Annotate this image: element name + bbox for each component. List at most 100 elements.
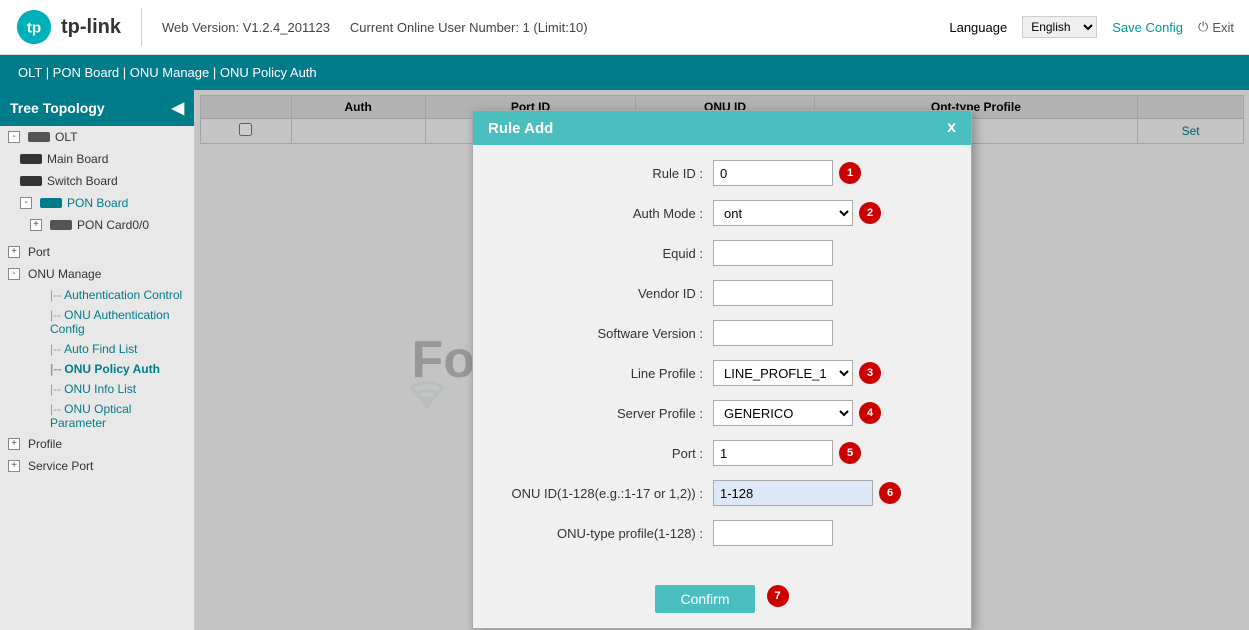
nav-bar: OLT | PON Board | ONU Manage | ONU Polic… bbox=[0, 55, 1249, 90]
content-area: Auth Port ID ONU ID Ont-type Profile PON… bbox=[195, 90, 1249, 630]
equid-input[interactable] bbox=[713, 240, 833, 266]
auth-mode-label: Auth Mode : bbox=[493, 206, 713, 221]
service-port-label: Service Port bbox=[28, 459, 93, 473]
modal-header: Rule Add x bbox=[473, 111, 971, 145]
server-profile-row: Server Profile : GENERICO DEFAULT 4 bbox=[493, 400, 951, 426]
onu-type-profile-row: ONU-type profile(1-128) : bbox=[493, 520, 951, 546]
line-profile-select[interactable]: LINE_PROFLE_1 LINE_PROFLE_2 bbox=[713, 360, 853, 386]
olt-label: OLT bbox=[55, 130, 77, 144]
rule-add-modal: Rule Add x Rule ID : 1 Auth Mode : ont bbox=[472, 110, 972, 629]
sidebar-collapse-button[interactable]: ◀ bbox=[172, 98, 184, 118]
sidebar-title: Tree Topology bbox=[10, 100, 105, 116]
power-icon: ⏻ bbox=[1198, 19, 1208, 35]
language-select[interactable]: English Chinese bbox=[1022, 16, 1097, 38]
tree-item-switch-board[interactable]: Switch Board bbox=[0, 170, 194, 192]
tree-item-pon-board[interactable]: - PON Board bbox=[0, 192, 194, 214]
header-right: Language English Chinese Save Config ⏻ E… bbox=[949, 16, 1234, 38]
confirm-label: Confirm bbox=[680, 591, 729, 607]
tree-item-olt[interactable]: - OLT bbox=[0, 126, 194, 148]
onu-optical-text: ONU Optical Parameter bbox=[50, 402, 131, 430]
header: tp tp-link Web Version: V1.2.4_201123 Cu… bbox=[0, 0, 1249, 55]
sidebar-item-onu-manage[interactable]: - ONU Manage bbox=[0, 263, 194, 285]
sidebar-link-onu-policy-auth[interactable]: |--ONU Policy Auth bbox=[0, 359, 194, 379]
line-profile-label: Line Profile : bbox=[493, 366, 713, 381]
pon-card-icon bbox=[50, 220, 72, 230]
expand-pon-card[interactable]: + bbox=[30, 219, 42, 231]
onu-type-profile-label: ONU-type profile(1-128) : bbox=[493, 526, 713, 541]
tree-item-main-board[interactable]: Main Board bbox=[0, 148, 194, 170]
port-label: Port : bbox=[493, 446, 713, 461]
software-version-row: Software Version : bbox=[493, 320, 951, 346]
port-input[interactable] bbox=[713, 440, 833, 466]
main-board-icon bbox=[20, 154, 42, 164]
vendor-id-label: Vendor ID : bbox=[493, 286, 713, 301]
onu-id-row: ONU ID(1-128(e.g.:1-17 or 1,2)) : 6 bbox=[493, 480, 951, 506]
web-version: Web Version: V1.2.4_201123 bbox=[162, 20, 330, 35]
modal-overlay: Rule Add x Rule ID : 1 Auth Mode : ont bbox=[195, 90, 1249, 630]
expand-pon-board[interactable]: - bbox=[20, 197, 32, 209]
step-6-badge: 6 bbox=[879, 482, 901, 504]
breadcrumb: OLT | PON Board | ONU Manage | ONU Polic… bbox=[18, 65, 317, 80]
expand-onu-manage[interactable]: - bbox=[8, 268, 20, 280]
equid-row: Equid : bbox=[493, 240, 951, 266]
sidebar: Tree Topology ◀ - OLT Main Board Switch … bbox=[0, 90, 195, 630]
onu-policy-auth-text: ONU Policy Auth bbox=[64, 362, 160, 376]
expand-olt[interactable]: - bbox=[8, 131, 20, 143]
pon-card-label: PON Card0/0 bbox=[77, 218, 149, 232]
onu-id-input[interactable] bbox=[713, 480, 873, 506]
modal-title: Rule Add bbox=[488, 120, 553, 137]
sidebar-item-profile[interactable]: + Profile bbox=[0, 433, 194, 455]
rule-id-input[interactable] bbox=[713, 160, 833, 186]
onu-manage-label: ONU Manage bbox=[28, 267, 101, 281]
switch-board-label: Switch Board bbox=[47, 174, 118, 188]
expand-profile[interactable]: + bbox=[8, 438, 20, 450]
sidebar-link-onu-optical[interactable]: |--ONU Optical Parameter bbox=[0, 399, 194, 433]
sidebar-item-port[interactable]: + Port bbox=[0, 241, 194, 263]
line-profile-row: Line Profile : LINE_PROFLE_1 LINE_PROFLE… bbox=[493, 360, 951, 386]
rule-id-row: Rule ID : 1 bbox=[493, 160, 951, 186]
onu-id-label: ONU ID(1-128(e.g.:1-17 or 1,2)) : bbox=[493, 486, 713, 501]
auth-mode-select[interactable]: ont mac loid password bbox=[713, 200, 853, 226]
exit-button[interactable]: ⏻ Exit bbox=[1198, 19, 1234, 35]
header-info: Web Version: V1.2.4_201123 Current Onlin… bbox=[162, 20, 949, 35]
confirm-button[interactable]: Confirm bbox=[655, 585, 754, 613]
main-layout: Tree Topology ◀ - OLT Main Board Switch … bbox=[0, 90, 1249, 630]
expand-port[interactable]: + bbox=[8, 246, 20, 258]
expand-service-port[interactable]: + bbox=[8, 460, 20, 472]
sidebar-link-auth-control[interactable]: |--Authentication Control bbox=[0, 285, 194, 305]
modal-close-button[interactable]: x bbox=[947, 119, 956, 137]
sidebar-link-onu-info-list[interactable]: |--ONU Info List bbox=[0, 379, 194, 399]
svg-text:tp: tp bbox=[27, 20, 41, 37]
modal-body: Rule ID : 1 Auth Mode : ont mac loid pas… bbox=[473, 145, 971, 575]
step-7-badge: 7 bbox=[767, 585, 789, 607]
step-2-badge: 2 bbox=[859, 202, 881, 224]
software-version-input[interactable] bbox=[713, 320, 833, 346]
auth-control-text: Authentication Control bbox=[64, 288, 182, 302]
software-version-label: Software Version : bbox=[493, 326, 713, 341]
onu-auth-config-text: ONU Authentication Config bbox=[50, 308, 170, 336]
tree-item-pon-card[interactable]: + PON Card0/0 bbox=[0, 214, 194, 236]
onu-type-profile-input[interactable] bbox=[713, 520, 833, 546]
sidebar-link-onu-auth-config[interactable]: |--ONU Authentication Config bbox=[0, 305, 194, 339]
pon-board-label: PON Board bbox=[67, 196, 128, 210]
save-config-link[interactable]: Save Config bbox=[1112, 20, 1183, 35]
port-label: Port bbox=[28, 245, 50, 259]
sidebar-link-auto-find[interactable]: |--Auto Find List bbox=[0, 339, 194, 359]
port-row: Port : 5 bbox=[493, 440, 951, 466]
online-users: Current Online User Number: 1 (Limit:10) bbox=[350, 20, 588, 35]
vendor-id-row: Vendor ID : bbox=[493, 280, 951, 306]
step-5-badge: 5 bbox=[839, 442, 861, 464]
onu-info-list-text: ONU Info List bbox=[64, 382, 136, 396]
sidebar-header: Tree Topology ◀ bbox=[0, 90, 194, 126]
tp-link-logo-icon: tp bbox=[15, 8, 53, 46]
vendor-id-input[interactable] bbox=[713, 280, 833, 306]
rule-id-label: Rule ID : bbox=[493, 166, 713, 181]
sidebar-item-service-port[interactable]: + Service Port bbox=[0, 455, 194, 477]
switch-board-icon bbox=[20, 176, 42, 186]
step-4-badge: 4 bbox=[859, 402, 881, 424]
server-profile-select[interactable]: GENERICO DEFAULT bbox=[713, 400, 853, 426]
modal-footer: Confirm 7 bbox=[473, 575, 971, 628]
equid-label: Equid : bbox=[493, 246, 713, 261]
server-profile-label: Server Profile : bbox=[493, 406, 713, 421]
logo-area: tp tp-link bbox=[15, 8, 142, 46]
